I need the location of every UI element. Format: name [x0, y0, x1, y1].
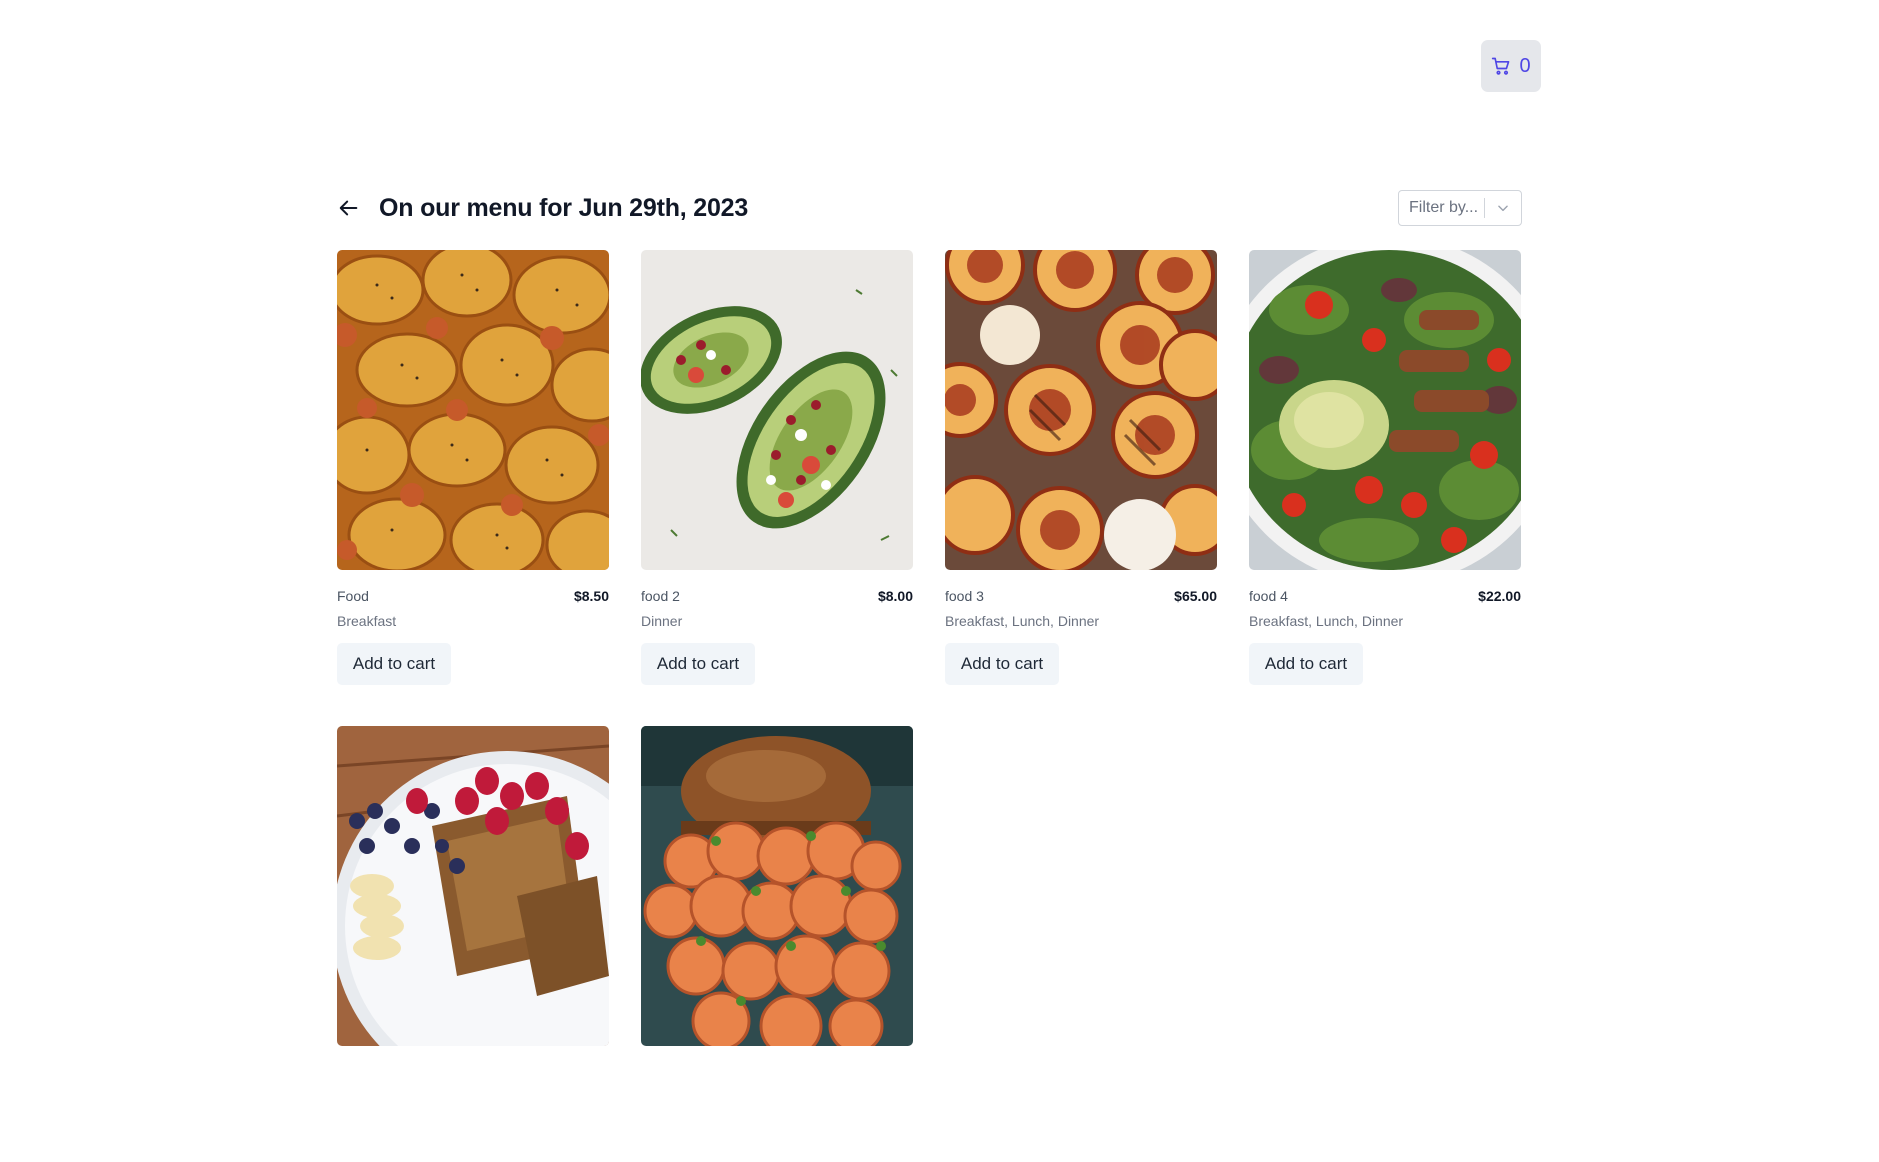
- item-categories: Breakfast, Lunch, Dinner: [1249, 613, 1404, 629]
- cart-button[interactable]: 0: [1481, 40, 1541, 92]
- chevron-down-icon[interactable]: [1485, 201, 1521, 215]
- add-to-cart-button[interactable]: Add to cart: [945, 643, 1059, 685]
- menu-card: food 2 $8.00 Dinner Add to cart: [641, 250, 913, 686]
- stuffed-avocado-photo[interactable]: [641, 250, 913, 570]
- chicken-salad-photo[interactable]: [1249, 250, 1521, 570]
- menu-grid: Food $8.50 Breakfast Add to cart food 2 …: [337, 250, 1522, 1162]
- item-name: food 2: [641, 588, 680, 604]
- filter-select[interactable]: Filter by...: [1398, 190, 1522, 226]
- menu-card: [641, 726, 913, 1162]
- item-name: Food: [337, 588, 369, 604]
- item-name: food 4: [1249, 588, 1288, 604]
- item-meta: food 2 $8.00: [641, 588, 913, 604]
- item-categories: Breakfast: [337, 613, 397, 629]
- item-meta: food 4 $22.00: [1249, 588, 1521, 604]
- french-toast-berries-photo[interactable]: [337, 726, 609, 1046]
- item-meta: food 3 $65.00: [945, 588, 1217, 604]
- menu-card: food 3 $65.00 Breakfast, Lunch, Dinner A…: [945, 250, 1217, 686]
- menu-card: [337, 726, 609, 1162]
- menu-header: On our menu for Jun 29th, 2023 Filter by…: [337, 188, 1522, 228]
- add-to-cart-button[interactable]: Add to cart: [641, 643, 755, 685]
- cart-count: 0: [1519, 54, 1531, 77]
- title-group: On our menu for Jun 29th, 2023: [337, 194, 748, 223]
- filter-placeholder: Filter by...: [1409, 199, 1479, 216]
- item-categories: Breakfast, Lunch, Dinner: [945, 613, 1100, 629]
- page-title: On our menu for Jun 29th, 2023: [379, 193, 749, 222]
- item-meta: Food $8.50: [337, 588, 609, 604]
- add-to-cart-button[interactable]: Add to cart: [337, 643, 451, 685]
- item-price: $65.00: [1174, 588, 1217, 604]
- shrimp-burger-photo[interactable]: [641, 726, 913, 1046]
- menu-card: food 4 $22.00 Breakfast, Lunch, Dinner A…: [1249, 250, 1521, 686]
- item-price: $8.50: [573, 588, 609, 604]
- item-price: $8.00: [877, 588, 913, 604]
- back-button[interactable]: [337, 196, 361, 220]
- item-price: $22.00: [1478, 588, 1521, 604]
- item-name: food 3: [945, 588, 984, 604]
- item-categories: Dinner: [641, 613, 683, 629]
- add-to-cart-button[interactable]: Add to cart: [1249, 643, 1363, 685]
- cart-icon: [1491, 56, 1511, 76]
- grilled-peaches-photo[interactable]: [945, 250, 1217, 570]
- pigs-in-blanket-photo[interactable]: [337, 250, 609, 570]
- menu-card: Food $8.50 Breakfast Add to cart: [337, 250, 609, 686]
- arrow-left-icon: [339, 200, 358, 216]
